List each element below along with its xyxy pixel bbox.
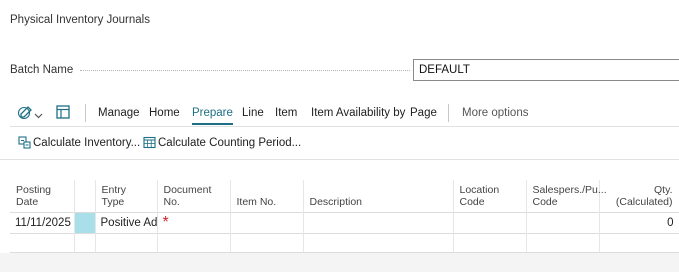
column-header-description[interactable]: Description xyxy=(303,180,454,212)
location-code-cell[interactable] xyxy=(453,232,527,253)
salesperson-header-line2: Code xyxy=(532,195,558,208)
action-separator xyxy=(448,104,449,122)
column-header-posting-date[interactable]: Posting Date xyxy=(10,180,75,212)
batch-name-label: Batch Name xyxy=(10,64,74,76)
action-separator xyxy=(85,104,86,122)
tab-item[interactable]: Item xyxy=(275,101,297,125)
grid-header-row: Posting Date Entry Type Document No. Ite… xyxy=(10,180,679,212)
action-bar-divider xyxy=(10,126,679,127)
calculate-inventory-icon xyxy=(18,136,31,156)
calculate-inventory-label: Calculate Inventory... xyxy=(33,137,141,149)
batch-name-input[interactable]: DEFAULT xyxy=(413,59,679,81)
entry-type-cell[interactable] xyxy=(95,232,158,253)
item-no-cell[interactable] xyxy=(230,232,304,253)
salesperson-header-line1: Salespers./Pu... xyxy=(532,183,607,196)
column-header-document-no[interactable]: Document No. xyxy=(157,180,231,212)
tab-home[interactable]: Home xyxy=(149,101,180,125)
document-no-cell[interactable]: * xyxy=(157,211,231,233)
column-header-location-code[interactable]: Location Code xyxy=(453,180,527,212)
batch-name-field: Batch Name DEFAULT xyxy=(10,59,679,81)
tab-prepare-label: Prepare xyxy=(192,107,233,119)
column-header-qty-calculated[interactable]: Qty. (Calculated) xyxy=(599,180,679,212)
column-header-salesperson-code[interactable]: Salespers./Pu... Code xyxy=(526,180,607,212)
item-no-cell[interactable] xyxy=(230,211,304,233)
posting-date-cell[interactable] xyxy=(10,232,75,253)
qty-calculated-cell[interactable]: 0 xyxy=(599,211,679,233)
tab-item-availability-by[interactable]: Item Availability by xyxy=(311,101,405,125)
edit-list-icon[interactable] xyxy=(17,105,34,121)
document-no-cell[interactable] xyxy=(157,232,231,253)
calendar-icon xyxy=(143,136,156,156)
salesperson-code-cell[interactable] xyxy=(526,211,600,233)
qty-calculated-cell[interactable] xyxy=(599,232,679,253)
grid-empty-area xyxy=(0,253,679,272)
column-header-entry-type[interactable]: Entry Type xyxy=(95,180,158,212)
row-selector-cell[interactable] xyxy=(74,211,96,233)
chevron-down-icon[interactable] xyxy=(34,107,43,123)
description-cell[interactable] xyxy=(303,211,454,233)
entry-type-cell[interactable]: Positive Ad... xyxy=(95,211,158,233)
open-in-excel-icon[interactable] xyxy=(56,105,70,121)
description-cell[interactable] xyxy=(303,232,454,253)
salesperson-code-cell[interactable] xyxy=(526,232,600,253)
tab-page[interactable]: Page xyxy=(410,101,437,125)
qty-header-line1: Qty. xyxy=(654,183,673,196)
table-row[interactable]: 11/11/2025 Positive Ad... * 0 xyxy=(10,211,679,233)
posting-date-cell[interactable]: 11/11/2025 xyxy=(10,211,75,233)
field-leader-dots xyxy=(80,70,410,71)
column-header-item-no[interactable]: Item No. xyxy=(230,180,304,212)
section-divider xyxy=(0,159,679,160)
journal-lines-grid: Posting Date Entry Type Document No. Ite… xyxy=(10,180,679,253)
action-bar: Manage Home Prepare Line Item Item Avail… xyxy=(10,101,679,125)
tab-line[interactable]: Line xyxy=(242,101,264,125)
tab-prepare[interactable]: Prepare xyxy=(192,101,233,125)
qty-header-line2: (Calculated) xyxy=(615,195,673,208)
calculate-counting-period-label: Calculate Counting Period... xyxy=(158,137,302,149)
tab-manage[interactable]: Manage xyxy=(98,101,140,125)
row-selector-cell[interactable] xyxy=(74,232,96,253)
more-options-button[interactable]: More options xyxy=(462,101,528,125)
column-header-indicator xyxy=(74,180,96,212)
active-tab-indicator xyxy=(192,123,233,125)
page-title: Physical Inventory Journals xyxy=(10,14,150,26)
table-row[interactable] xyxy=(10,232,679,253)
location-code-cell[interactable] xyxy=(453,211,527,233)
